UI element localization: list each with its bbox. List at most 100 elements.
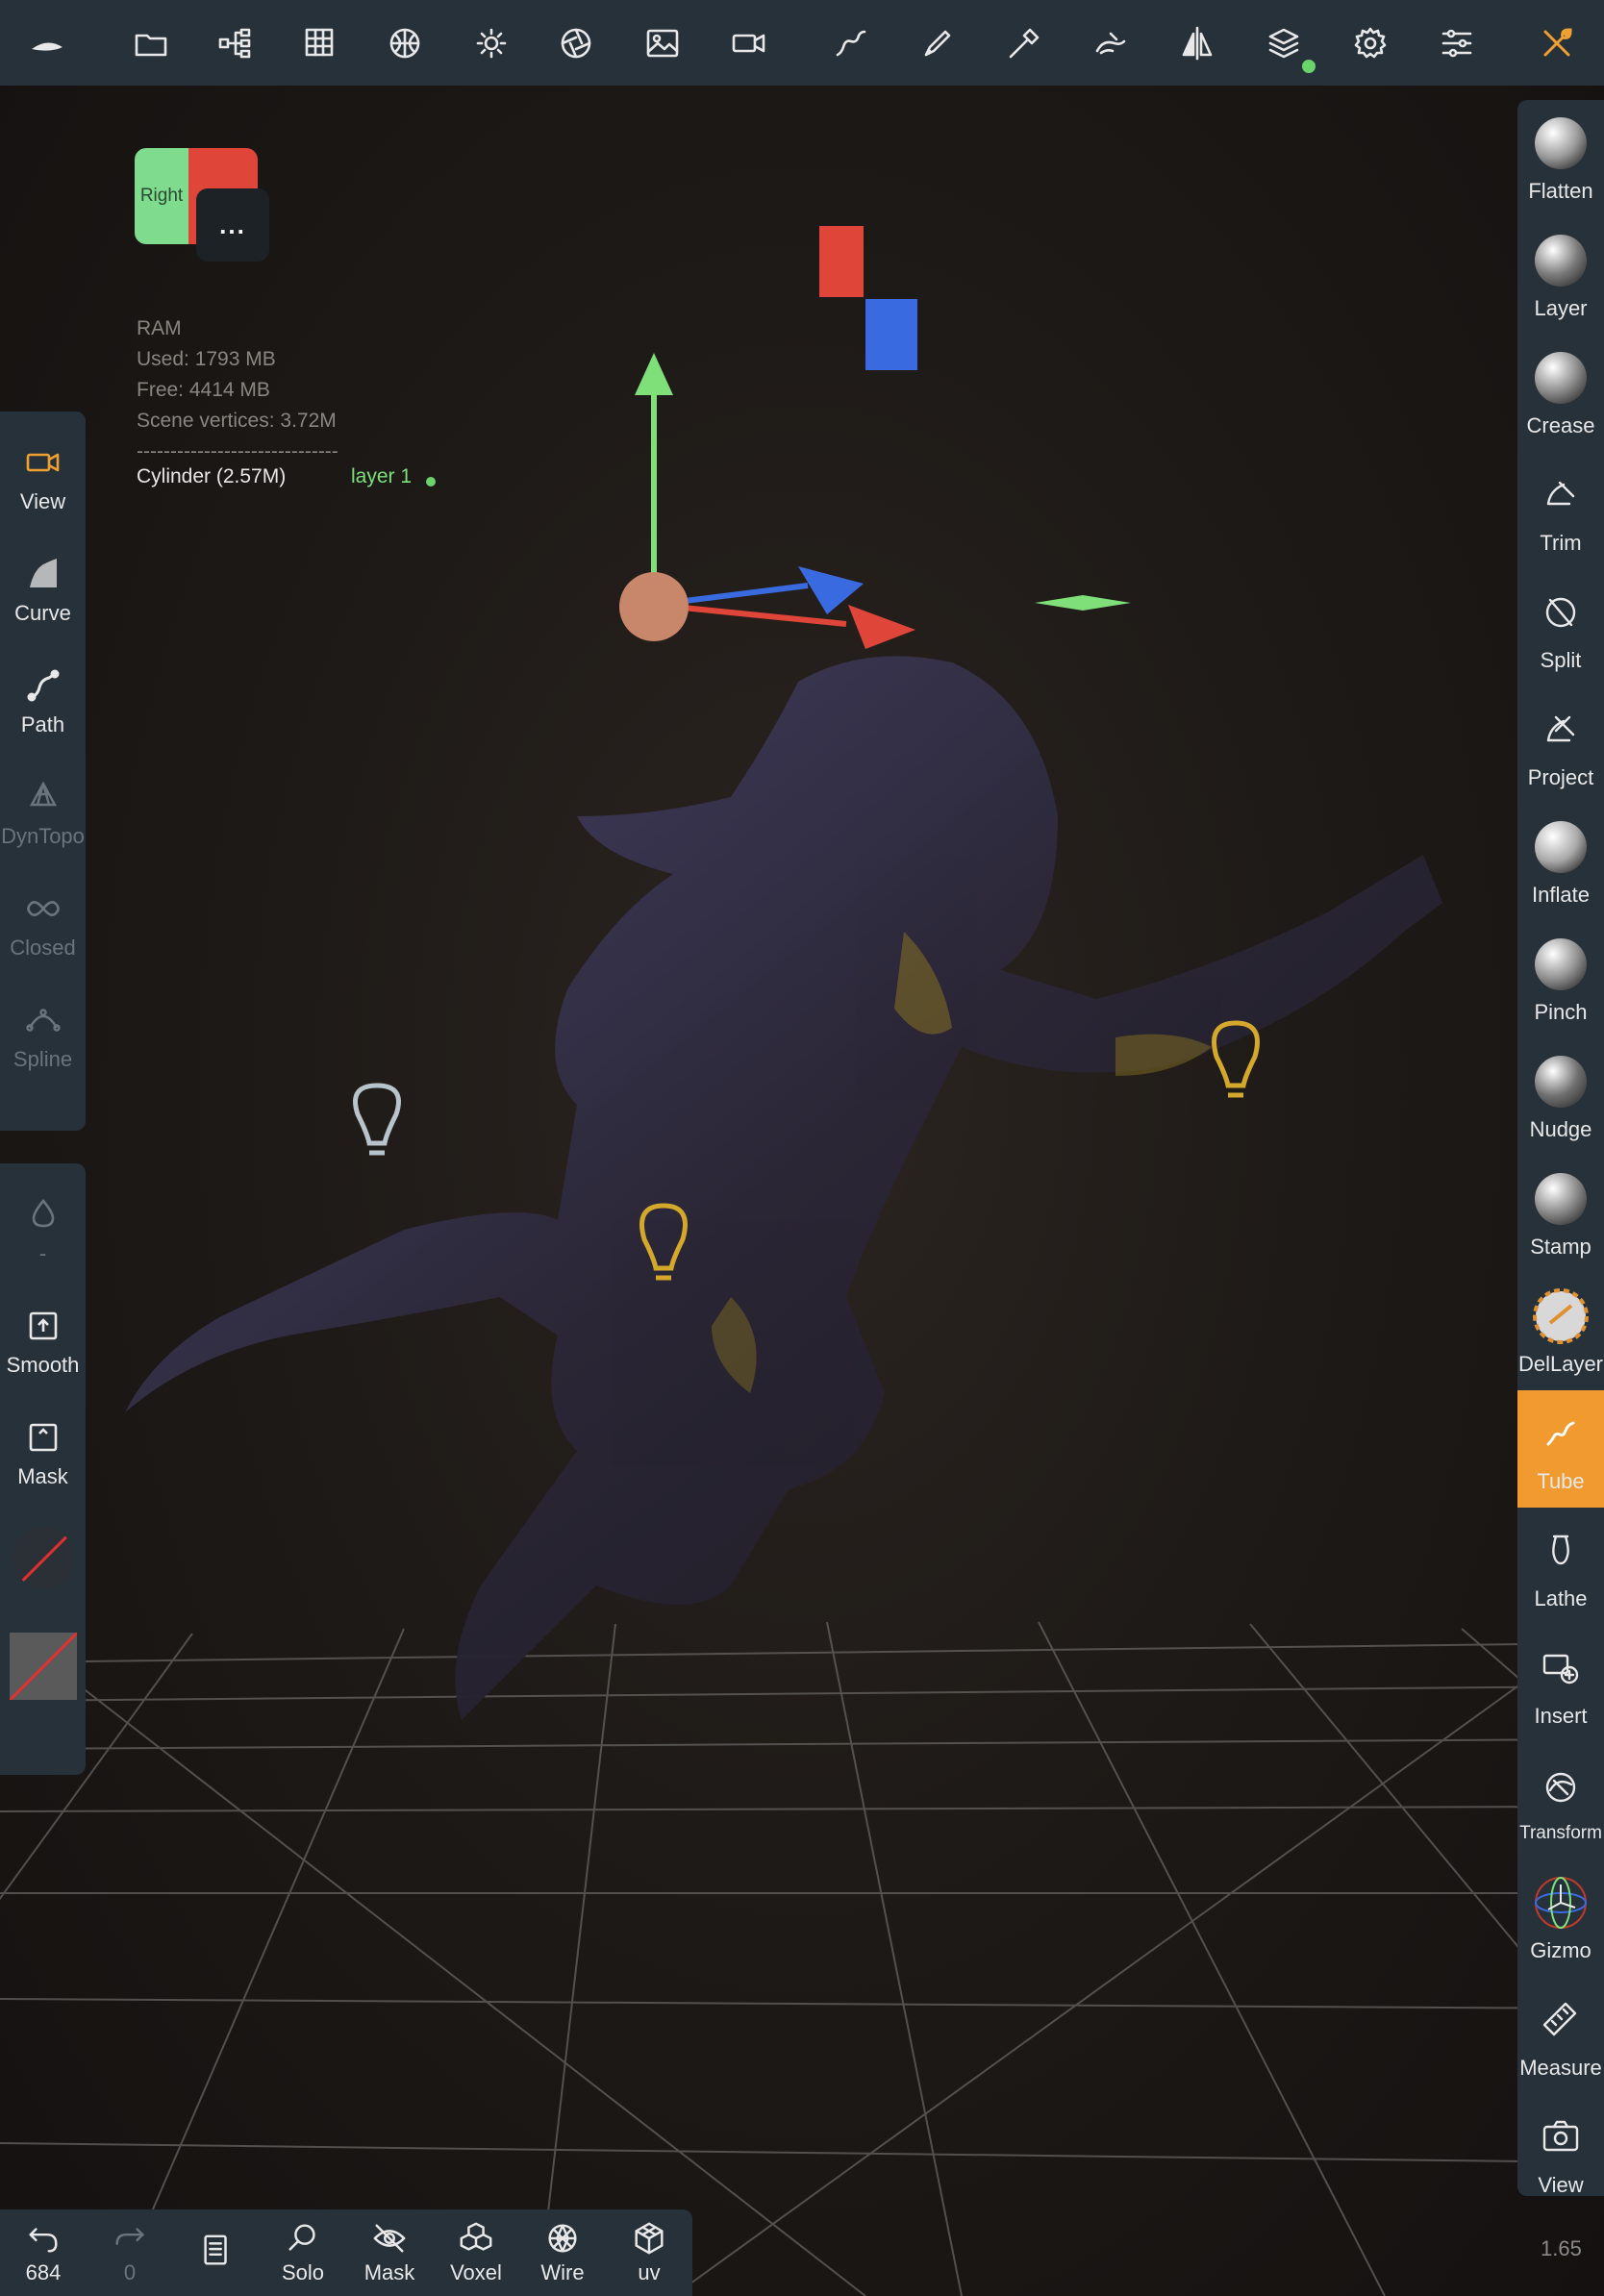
light-button[interactable] [465, 17, 517, 69]
voxel-button[interactable]: Voxel [433, 2209, 519, 2296]
redo-button[interactable]: 0 [87, 2209, 173, 2296]
search-button[interactable]: Solo [260, 2209, 346, 2296]
tool-label: Insert [1534, 1704, 1588, 1728]
left-brush-value[interactable]: - [0, 1175, 86, 1286]
tool-crease[interactable]: Crease [1517, 335, 1604, 452]
ram-free: Free: 4414 MB [137, 379, 270, 401]
tool-tube[interactable]: Tube [1517, 1390, 1604, 1508]
tool-stamp[interactable]: Stamp [1517, 1156, 1604, 1273]
logo-button[interactable] [21, 17, 73, 69]
stamp-icon [1535, 1173, 1587, 1225]
topology-button[interactable] [379, 17, 431, 69]
tool-dellayer[interactable]: DelLayer [1517, 1273, 1604, 1390]
tool-trim[interactable]: Trim [1517, 452, 1604, 569]
nudge-icon [1535, 1056, 1587, 1108]
smooth-icon [29, 1311, 57, 1340]
left-brush-smooth[interactable]: Smooth [0, 1286, 86, 1398]
tool-inflate[interactable]: Inflate [1517, 804, 1604, 921]
layers-button[interactable] [1258, 17, 1310, 69]
curve-stroke-button[interactable] [825, 17, 877, 69]
mask-icon [29, 1423, 57, 1452]
history-button[interactable] [173, 2209, 260, 2296]
left-tool-path[interactable]: Path [0, 646, 86, 758]
tool-transform[interactable]: Transform [1517, 1742, 1604, 1859]
tool-pinch[interactable]: Pinch [1517, 921, 1604, 1038]
tools-button[interactable] [1531, 17, 1583, 69]
left-tool-dyntopo[interactable]: DynTopo [0, 758, 86, 869]
brush-button[interactable] [912, 17, 964, 69]
folder-icon [135, 34, 167, 57]
bottom-label: Wire [540, 2260, 585, 2284]
infinity-icon [26, 901, 60, 916]
left-brush-mask[interactable]: Mask [0, 1398, 86, 1510]
sliders-button[interactable] [1431, 17, 1483, 69]
tools-icon [1543, 28, 1572, 57]
tool-measure[interactable]: Measure [1517, 1977, 1604, 2094]
camera-button[interactable] [723, 17, 775, 69]
sliders-icon [1441, 29, 1472, 58]
tool-lathe[interactable]: Lathe [1517, 1508, 1604, 1625]
uv-button[interactable]: uv [606, 2209, 692, 2296]
tool-split[interactable]: Split [1517, 569, 1604, 686]
spline-icon [25, 1009, 61, 1032]
left-brush-label: Mask [17, 1464, 68, 1488]
image-button[interactable] [637, 17, 689, 69]
left-brush-label: - [38, 1241, 47, 1265]
settings-button[interactable] [1344, 17, 1396, 69]
wire-button[interactable]: Wire [519, 2209, 606, 2296]
ram-used: Used: 1793 MB [137, 348, 276, 370]
tool-gizmo[interactable]: Gizmo [1517, 1859, 1604, 1977]
wire-icon [548, 2224, 577, 2253]
bottom-label: 0 [123, 2260, 137, 2284]
tool-label: Pinch [1534, 1000, 1588, 1024]
tool-layer[interactable]: Layer [1517, 217, 1604, 335]
tube-icon [1546, 1421, 1575, 1446]
scene-tree-button[interactable] [210, 17, 262, 69]
crease-icon [1535, 352, 1587, 404]
left-tool-spline[interactable]: Spline [0, 981, 86, 1092]
transform-gizmo [619, 226, 1131, 649]
paint-icon [1009, 28, 1040, 59]
inflate-icon [1535, 821, 1587, 873]
sculpt-model [125, 656, 1442, 1721]
paint-button[interactable] [998, 17, 1050, 69]
tool-flatten[interactable]: Flatten [1517, 100, 1604, 217]
left-tool-closed[interactable]: Closed [0, 869, 86, 981]
topology-icon [389, 28, 420, 59]
left-tool-panel: View Curve Path DynTopo Closed Spline [0, 412, 86, 1131]
symmetry-button[interactable] [1171, 17, 1223, 69]
left-tool-label: View [19, 489, 66, 513]
pinch-icon [1535, 938, 1587, 990]
left-tool-label: Closed [10, 936, 76, 960]
tool-project[interactable]: Project [1517, 686, 1604, 804]
tool-nudge[interactable]: Nudge [1517, 1038, 1604, 1156]
tool-label: Lathe [1534, 1586, 1588, 1610]
layer-icon [1535, 235, 1587, 287]
left-tool-label: DynTopo [1, 824, 85, 848]
left-tool-curve[interactable]: Curve [0, 535, 86, 646]
tool-label: Flatten [1528, 179, 1593, 203]
left-tool-view[interactable]: View [0, 423, 86, 535]
layer-name[interactable]: layer 1 [351, 465, 412, 488]
transform-icon [1545, 1772, 1576, 1803]
material-swatch[interactable] [9, 1633, 77, 1700]
sculpt-button[interactable] [1085, 17, 1137, 69]
tool-label: Inflate [1532, 883, 1590, 907]
tool-insert[interactable]: Insert [1517, 1625, 1604, 1742]
tool-label: Nudge [1529, 1117, 1592, 1141]
folder-button[interactable] [125, 17, 177, 69]
path-icon [27, 669, 59, 702]
undo-button[interactable]: 684 [0, 2209, 87, 2296]
more-options-button[interactable]: ... [196, 188, 269, 262]
eye-off-icon [373, 2224, 406, 2253]
tool-label: Stamp [1530, 1235, 1591, 1259]
eye-off-button[interactable]: Mask [346, 2209, 433, 2296]
brush-color-swatch[interactable] [12, 1527, 74, 1588]
stats-overlay: RAM Used: 1793 MB Free: 4414 MB Scene ve… [137, 313, 338, 467]
screenshot-icon [1542, 2120, 1579, 2152]
shading-button[interactable] [550, 17, 602, 69]
tool-view[interactable]: View [1517, 2094, 1604, 2211]
object-name[interactable]: Cylinder (2.57M) [137, 465, 286, 488]
tool-label: Trim [1540, 531, 1582, 555]
grid-menu-button[interactable] [294, 17, 346, 69]
